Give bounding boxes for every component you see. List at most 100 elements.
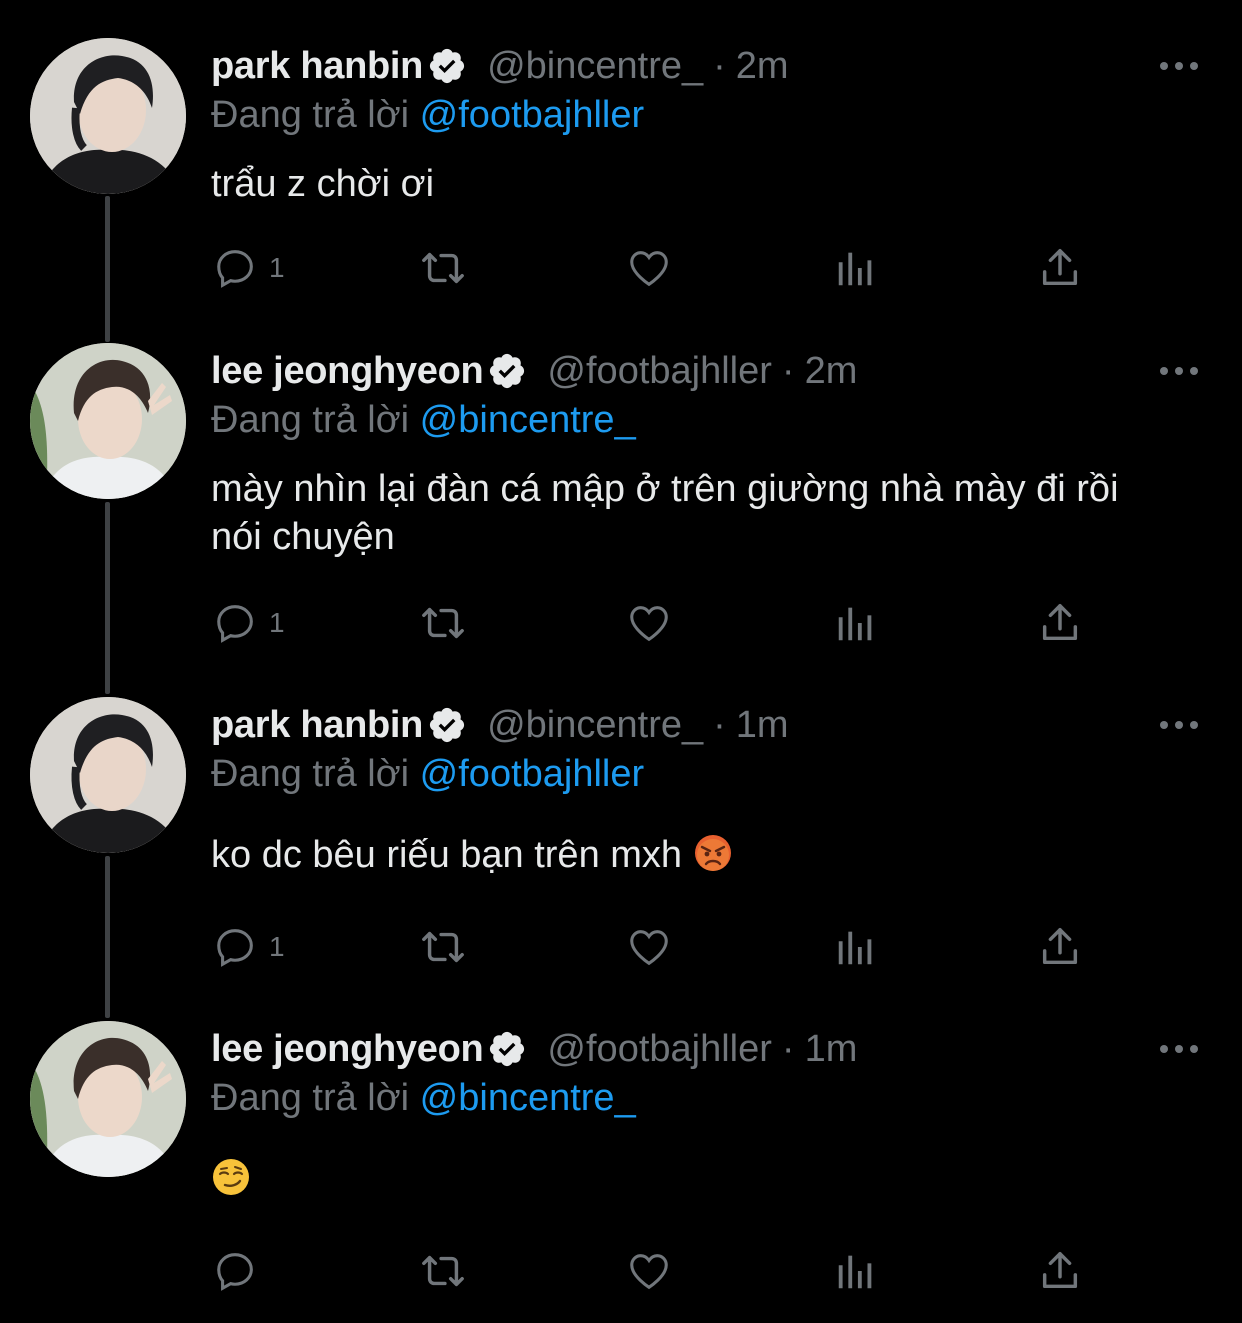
replying-prefix: Đang trả lời [211,753,410,795]
like-icon [625,924,673,970]
retweet-button[interactable] [415,242,471,294]
like-icon [625,1248,673,1294]
verified-badge-icon [427,46,467,86]
share-button[interactable] [1037,597,1083,649]
replying-to: Đang trả lời @bincentre_ [211,1077,636,1120]
views-button[interactable] [833,597,879,649]
views-icon [833,600,879,646]
tweet-header: lee jeonghyeon @footbajhller · 1m [211,1023,857,1075]
verified-badge-icon [487,351,527,391]
reply-icon [213,1248,259,1294]
views-button[interactable] [833,921,879,973]
tweet[interactable]: park hanbin @bincentre_ · 2m Đang trả lờ… [0,38,1242,318]
share-icon [1037,924,1083,970]
reply-count: 1 [269,252,285,283]
share-button[interactable] [1037,921,1083,973]
like-button[interactable] [625,1245,673,1297]
display-name[interactable]: park hanbin [211,704,423,747]
reply-button[interactable]: 1 [213,921,285,973]
share-icon [1037,245,1083,291]
action-bar [211,1245,1111,1297]
like-button[interactable] [625,597,673,649]
user-handle[interactable]: @footbajhller [547,1028,771,1071]
tweet-text: trẩu z chời ơi [211,163,435,205]
avatar[interactable] [30,1021,186,1177]
retweet-icon [415,1248,471,1294]
reply-icon [213,600,259,646]
retweet-button[interactable] [415,597,471,649]
tweet-text: ko dc bêu riếu bạn trên mxh [211,834,683,876]
action-bar: 1 [211,597,1111,649]
timestamp[interactable]: 2m [805,350,858,393]
replying-to: Đang trả lời @footbajhller [211,94,644,137]
more-options-icon[interactable] [1158,40,1200,92]
tweet-header: park hanbin @bincentre_ · 1m [211,699,789,751]
verified-badge-icon [427,705,467,745]
replying-mention[interactable]: @bincentre_ [420,1077,636,1119]
reply-count: 1 [269,607,285,638]
tweet[interactable]: lee jeonghyeon @footbajhller · 1m Đang t… [0,1021,1242,1301]
replying-to: Đang trả lời @bincentre_ [211,399,636,442]
angry-face-emoji [693,833,733,885]
reply-icon [213,245,259,291]
reply-button[interactable]: 1 [213,597,285,649]
more-options-icon[interactable] [1158,1023,1200,1075]
views-icon [833,924,879,970]
smirking-face-emoji [211,1157,251,1209]
user-handle[interactable]: @bincentre_ [487,704,703,747]
reply-count: 1 [269,931,285,962]
user-handle[interactable]: @footbajhller [547,350,771,393]
tweet-header: lee jeonghyeon @footbajhller · 2m [211,345,857,397]
retweet-icon [415,245,471,291]
avatar[interactable] [30,343,186,499]
tweet-thread: park hanbin @bincentre_ · 2m Đang trả lờ… [0,0,1242,1323]
views-button[interactable] [833,242,879,294]
like-button[interactable] [625,242,673,294]
views-button[interactable] [833,1245,879,1297]
separator-dot: · [781,1027,795,1070]
more-options-icon[interactable] [1158,345,1200,397]
action-bar: 1 [211,921,1111,973]
avatar[interactable] [30,38,186,194]
replying-to: Đang trả lời @footbajhller [211,753,644,796]
display-name[interactable]: lee jeonghyeon [211,1028,484,1071]
retweet-icon [415,924,471,970]
tweet[interactable]: park hanbin @bincentre_ · 1m Đang trả lờ… [0,697,1242,987]
retweet-button[interactable] [415,921,471,973]
verified-badge-icon [487,1029,527,1069]
action-bar: 1 [211,242,1111,294]
retweet-button[interactable] [415,1245,471,1297]
avatar[interactable] [30,697,186,853]
retweet-icon [415,600,471,646]
user-handle[interactable]: @bincentre_ [487,45,703,88]
like-icon [625,245,673,291]
timestamp[interactable]: 2m [736,45,789,88]
share-button[interactable] [1037,1245,1083,1297]
reply-icon [213,924,259,970]
share-icon [1037,1248,1083,1294]
separator-dot: · [713,44,726,87]
tweet-header: park hanbin @bincentre_ · 2m [211,40,789,92]
replying-prefix: Đang trả lời [211,399,410,441]
tweet[interactable]: lee jeonghyeon @footbajhller · 2m Đang t… [0,343,1242,673]
timestamp[interactable]: 1m [736,704,789,747]
replying-prefix: Đang trả lời [211,94,410,136]
share-button[interactable] [1037,242,1083,294]
replying-mention[interactable]: @bincentre_ [420,399,636,441]
views-icon [833,1248,879,1294]
more-options-icon[interactable] [1158,699,1200,751]
separator-dot: · [713,703,726,746]
tweet-text-container: ko dc bêu riếu bạn trên mxh [211,831,1201,885]
timestamp[interactable]: 1m [805,1028,858,1071]
replying-mention[interactable]: @footbajhller [420,753,644,795]
separator-dot: · [781,349,795,392]
display-name[interactable]: lee jeonghyeon [211,350,484,393]
reply-button[interactable]: 1 [213,242,285,294]
reply-button[interactable] [213,1245,269,1297]
like-button[interactable] [625,921,673,973]
tweet-text: mày nhìn lại đàn cá mập ở trên giường nh… [211,468,1119,558]
share-icon [1037,600,1083,646]
replying-mention[interactable]: @footbajhller [420,94,644,136]
display-name[interactable]: park hanbin [211,45,423,88]
views-icon [833,245,879,291]
